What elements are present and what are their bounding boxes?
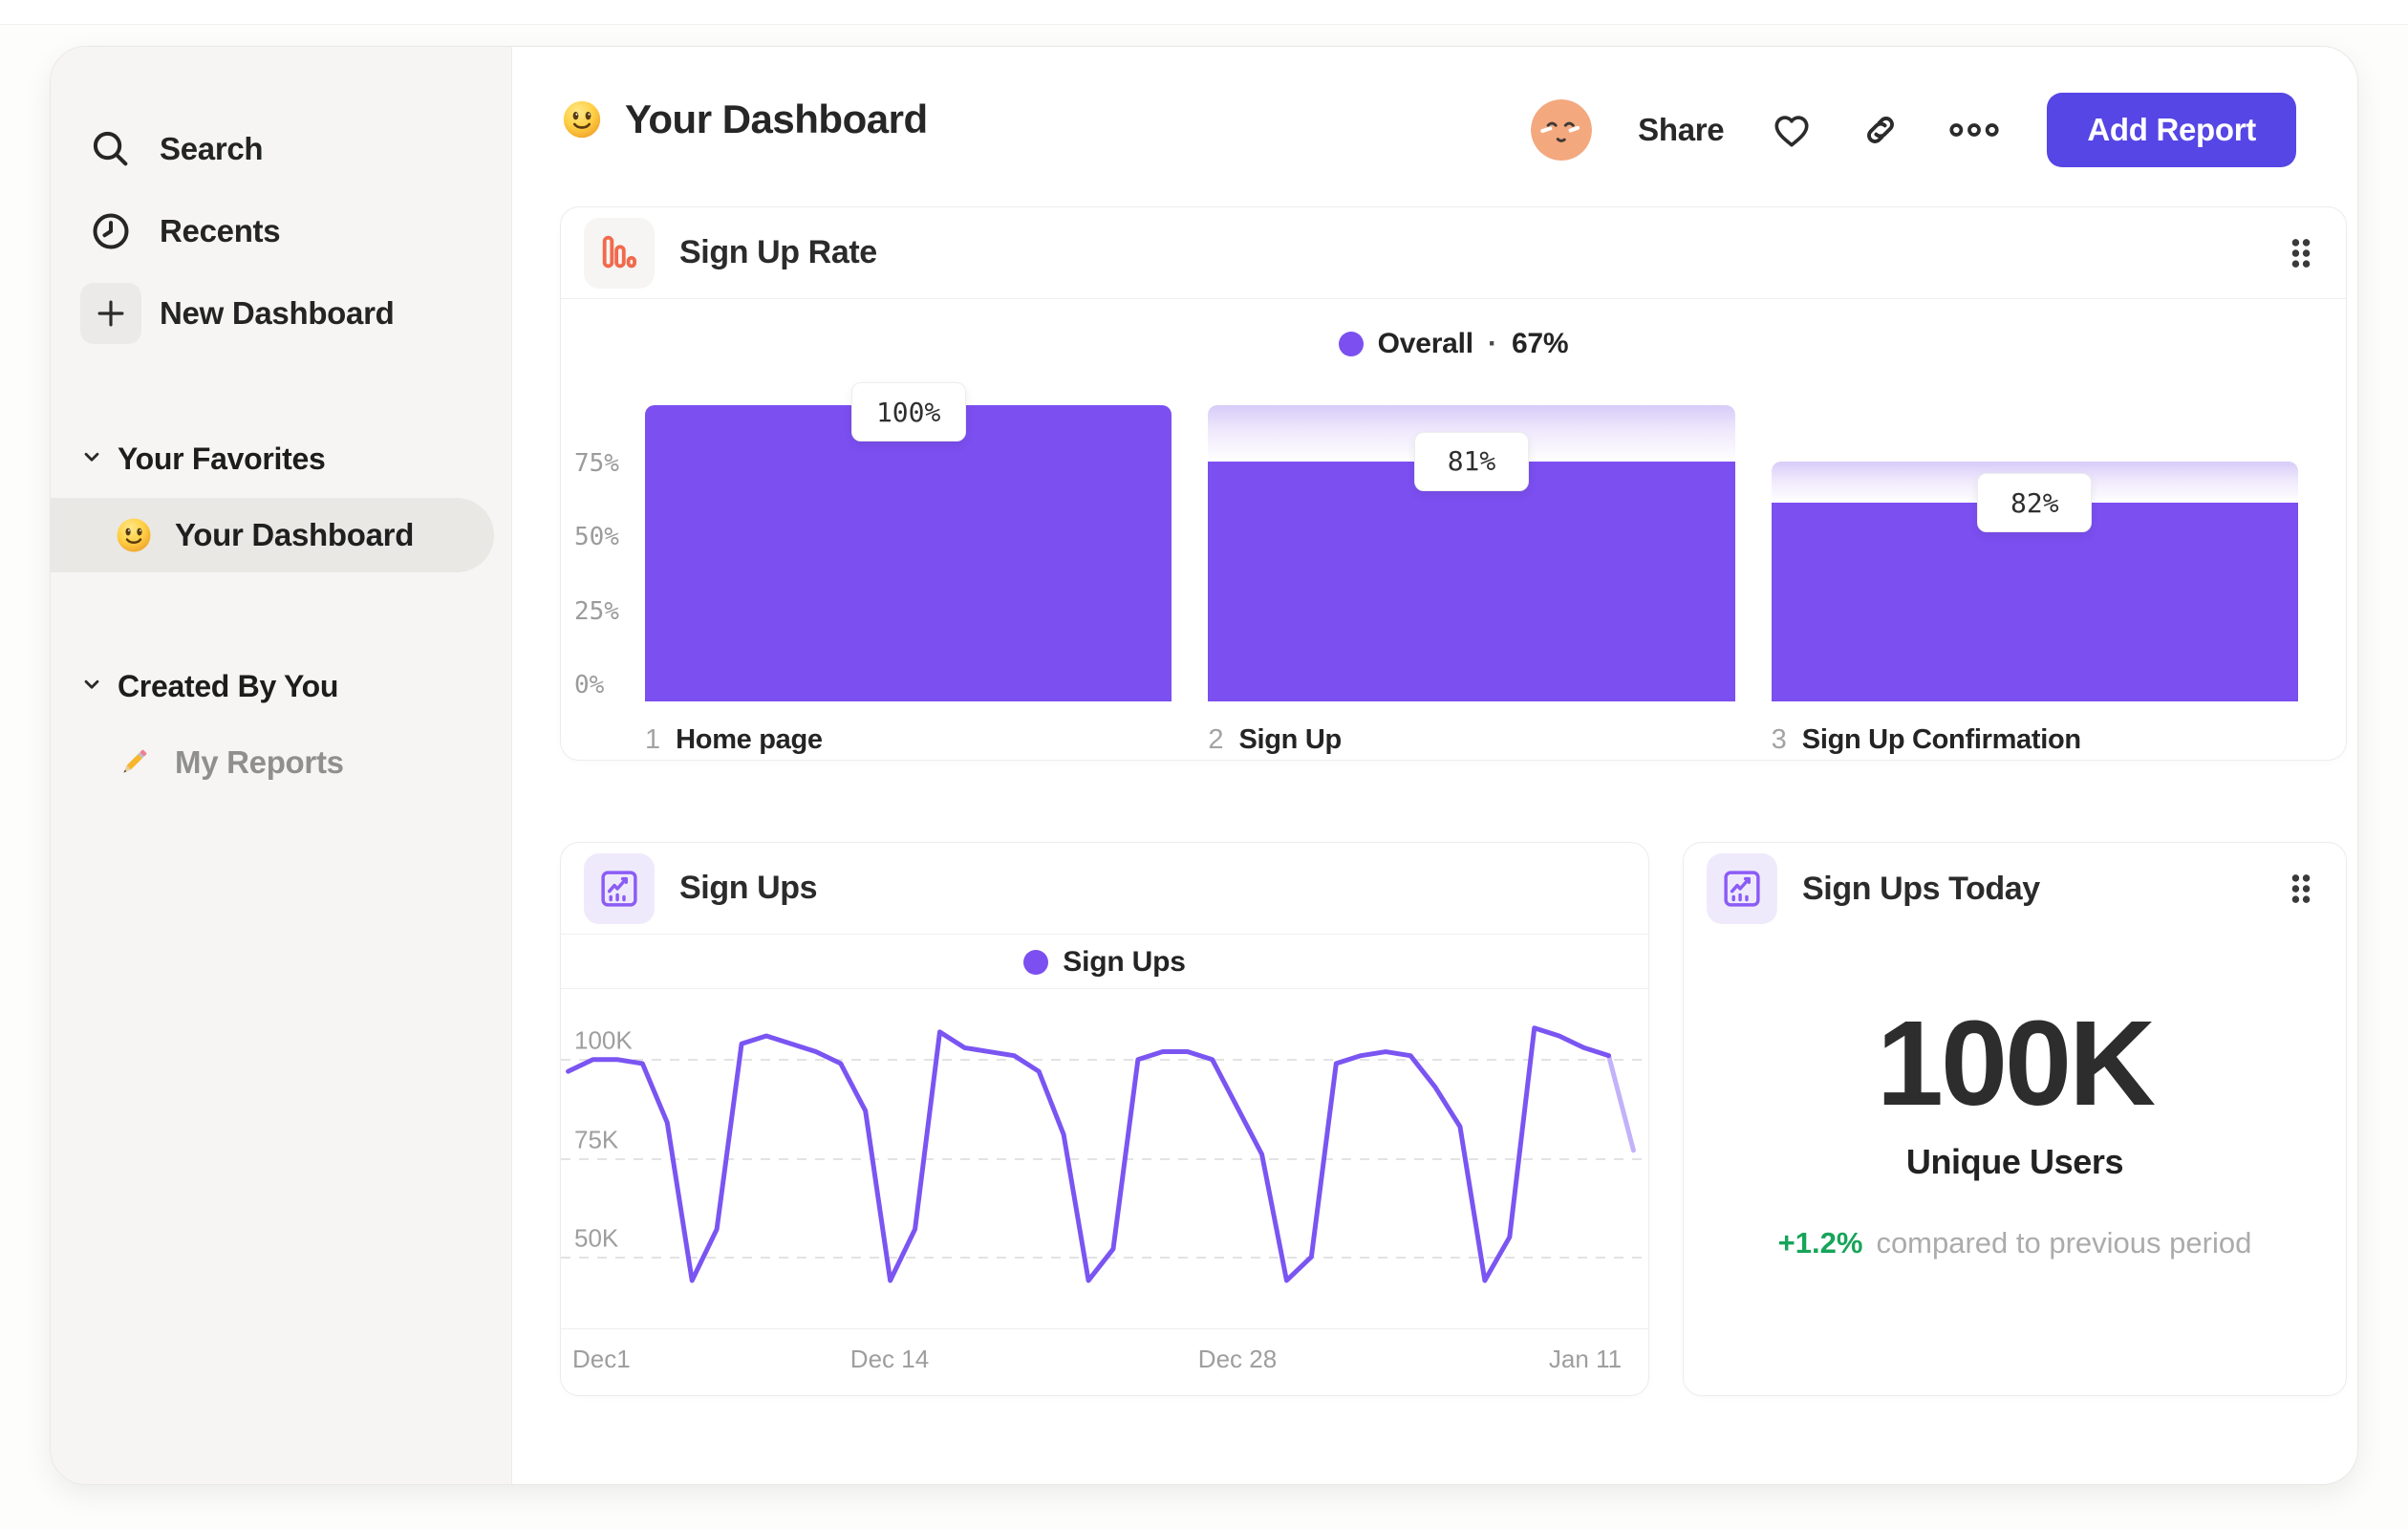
section-label: Your Favorites [118,441,326,476]
funnel-bar[interactable]: 100% [645,382,1172,701]
line-series [566,1025,1636,1283]
section-label: Created By You [118,668,339,703]
plus-icon [80,283,141,344]
smiley-emoji [560,97,604,141]
sidebar-item-label: Search [160,131,264,166]
user-avatar[interactable] [1531,99,1593,161]
dashboard-header: Your Dashboard Share Add Report [512,47,2357,206]
line-chart-icon [1707,853,1777,924]
legend-dot [1023,950,1049,975]
drag-handle-icon[interactable] [2289,235,2313,271]
add-report-button[interactable]: Add Report [2047,93,2296,167]
line-x-tick: Dec1 [572,1345,631,1373]
sidebar-section-created-by-you: Created By You My Reports [51,660,511,800]
app-window: Search Recents New Dashboard Your Favori… [50,46,2358,1485]
line-chart: 100K 75K 50K [561,989,1648,1329]
bar-chart-icon [584,217,655,289]
sidebar-item-new-dashboard[interactable]: New Dashboard [51,282,511,345]
search-icon [89,127,133,171]
pencil-emoji [114,743,154,783]
window-top-strip [0,0,2408,25]
cards-area: Sign Up Rate Overall · 67% 75% 50% 25% 0… [512,206,2357,1396]
funnel-step-label: 3 Sign Up Confirmation [1771,724,2081,755]
card-sign-up-rate: Sign Up Rate Overall · 67% 75% 50% 25% 0… [560,206,2347,761]
sidebar-item-label: Recents [160,213,281,248]
stat-value: 100K [1876,996,2156,1131]
funnel-step-label: 1 Home page [645,724,823,755]
sidebar-item-your-dashboard[interactable]: Your Dashboard [51,498,494,572]
chevron-down-icon [79,441,104,477]
line-x-tick: Jan 11 [1548,1345,1623,1373]
stat-delta: +1.2% [1777,1226,1863,1260]
section-header-created-by-you[interactable]: Created By You [51,660,511,712]
card-title: Sign Ups Today [1802,870,2040,907]
sidebar-section-favorites: Your Favorites Your Dashboard [51,433,511,572]
funnel-y-tick: 75% [574,448,619,478]
funnel-y-tick: 50% [574,523,619,551]
funnel-step-label: 2 Sign Up [1208,724,1342,755]
line-chart-x-axis: Dec1 Dec 14 Dec 28 Jan 11 [561,1329,1648,1385]
sidebar-item-label: New Dashboard [160,295,395,331]
funnel-y-tick: 0% [574,671,605,700]
funnel-legend[interactable]: Overall · 67% [561,299,2346,379]
sidebar-item-label: My Reports [175,744,344,780]
card-header: Sign Ups [561,843,1648,935]
page-title: Your Dashboard [625,97,928,141]
card-header: Sign Ups Today [1684,843,2346,935]
funnel-bars: 100% 81% 82% [645,382,2298,701]
funnel-chart: 75% 50% 25% 0% 100% 81% 82% 1 Home page 2 Sign Up 3… [561,379,2346,755]
sidebar-item-label: Your Dashboard [175,517,415,552]
sidebar-item-search[interactable]: Search [51,118,511,181]
funnel-value-label: 82% [1977,473,2093,533]
funnel-bar[interactable]: 82% [1771,405,2298,701]
favorite-heart-icon[interactable] [1770,108,1814,152]
line-x-tick: Dec 14 [849,1345,930,1373]
sidebar-item-my-reports[interactable]: My Reports [51,725,511,800]
funnel-value-label: 81% [1413,431,1529,491]
legend-label: Sign Ups [1063,946,1186,978]
clock-icon [89,209,133,253]
more-options-icon[interactable] [1947,108,2001,152]
smiley-emoji [114,515,154,555]
card-title: Sign Ups [679,870,818,906]
line-chart-icon [584,852,655,924]
funnel-value-label: 100% [850,382,966,441]
sidebar-item-recents[interactable]: Recents [51,200,511,263]
main-content: Your Dashboard Share Add Report Sign Up … [512,47,2357,1484]
card-header: Sign Up Rate [561,207,2346,299]
chevron-down-icon [79,669,104,704]
section-header-your-favorites[interactable]: Your Favorites [51,433,511,485]
funnel-bar[interactable]: 81% [1208,405,1735,701]
drag-handle-icon[interactable] [2289,871,2313,907]
stat-comparison: compared to previous period [1876,1226,2252,1260]
funnel-step-labels: 1 Home page 2 Sign Up 3 Sign Up Confirmation [645,724,2298,756]
legend-value: 67% [1511,328,1569,359]
card-title: Sign Up Rate [679,234,877,270]
copy-link-icon[interactable] [1860,109,1902,151]
line-x-tick: Dec 28 [1197,1345,1278,1373]
stat-body: 100K Unique Users +1.2% compared to prev… [1684,935,2346,1395]
line-legend[interactable]: Sign Ups [561,935,1648,989]
legend-separator: · [1487,328,1497,359]
sidebar: Search Recents New Dashboard Your Favori… [51,47,512,1484]
share-button[interactable]: Share [1638,112,1725,148]
card-sign-ups: Sign Ups Sign Ups 100K 75K 50K Dec1 Dec 14 D… [560,842,1649,1396]
card-sign-ups-today: Sign Ups Today 100K Unique Users +1.2% c… [1683,842,2347,1396]
funnel-y-tick: 25% [574,596,619,626]
legend-label: Overall [1377,328,1474,359]
stat-unit-label: Unique Users [1905,1142,2124,1181]
legend-dot [1338,332,1364,356]
